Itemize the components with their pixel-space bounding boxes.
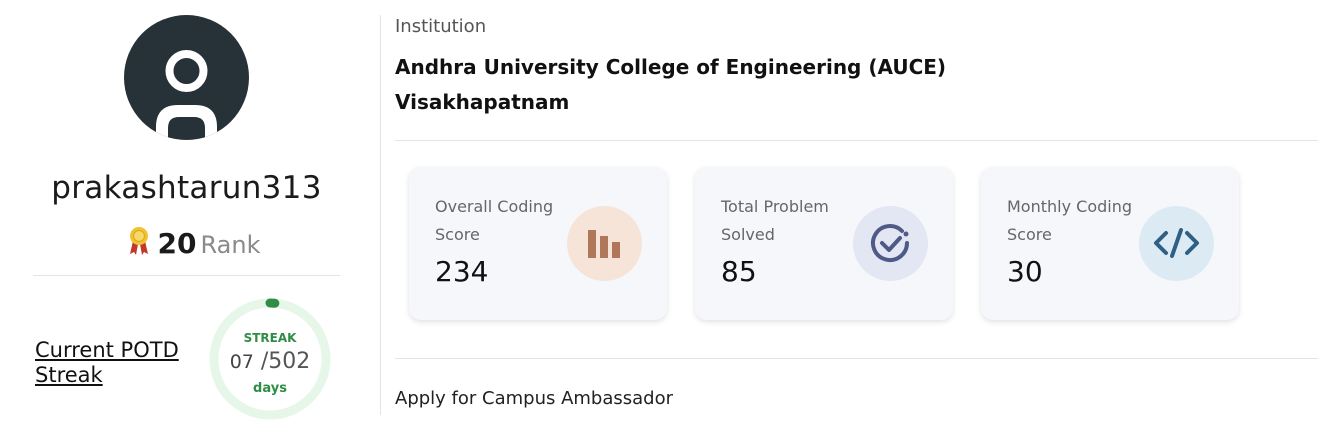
- column-divider: [380, 15, 381, 415]
- divider: [395, 358, 1318, 359]
- monthly-coding-score-card: Monthly Coding Score 30: [981, 167, 1239, 320]
- card-value: 234: [435, 255, 489, 288]
- card-value: 85: [721, 255, 757, 288]
- medal-icon: [128, 226, 150, 256]
- rank-value: 20: [157, 227, 197, 260]
- card-title: Overall Coding Score: [435, 197, 554, 244]
- divider: [33, 275, 340, 276]
- user-icon: [156, 50, 217, 140]
- streak-title: STREAK: [243, 331, 297, 345]
- check-circle-icon: [853, 206, 928, 281]
- divider: [395, 140, 1318, 141]
- institution-name-line1: Andhra University College of Engineering…: [395, 55, 947, 79]
- institution-name-line2: Visakhapatnam: [395, 90, 570, 114]
- rank: 20 Rank: [0, 226, 388, 263]
- streak-total: /502: [260, 349, 311, 374]
- overall-coding-score-card: Overall Coding Score 234: [409, 167, 667, 320]
- streak-current: 07: [229, 351, 254, 373]
- username: prakashtarun313: [51, 170, 322, 206]
- potd-streak-link[interactable]: Current POTD Streak: [35, 338, 205, 388]
- streak-unit: days: [253, 381, 287, 396]
- campus-ambassador-link[interactable]: Apply for Campus Ambassador: [395, 388, 673, 409]
- bar-chart-icon: [567, 206, 642, 281]
- institution-name: Andhra University College of Engineering…: [395, 50, 1295, 120]
- card-title: Monthly Coding Score: [1007, 197, 1133, 244]
- code-icon: [1139, 206, 1214, 281]
- streak-ring: STREAK 07 /502 days: [208, 297, 332, 421]
- card-title: Total Problem Solved: [721, 197, 829, 244]
- card-value: 30: [1007, 255, 1043, 288]
- profile-panel: prakashtarun313 20 Rank Current POTD Stre…: [0, 0, 380, 447]
- streak-value: 07 /502: [208, 349, 332, 374]
- avatar: [124, 15, 249, 140]
- institution-label: Institution: [395, 16, 487, 37]
- rank-label: Rank: [200, 231, 261, 259]
- total-problem-solved-card: Total Problem Solved 85: [695, 167, 953, 320]
